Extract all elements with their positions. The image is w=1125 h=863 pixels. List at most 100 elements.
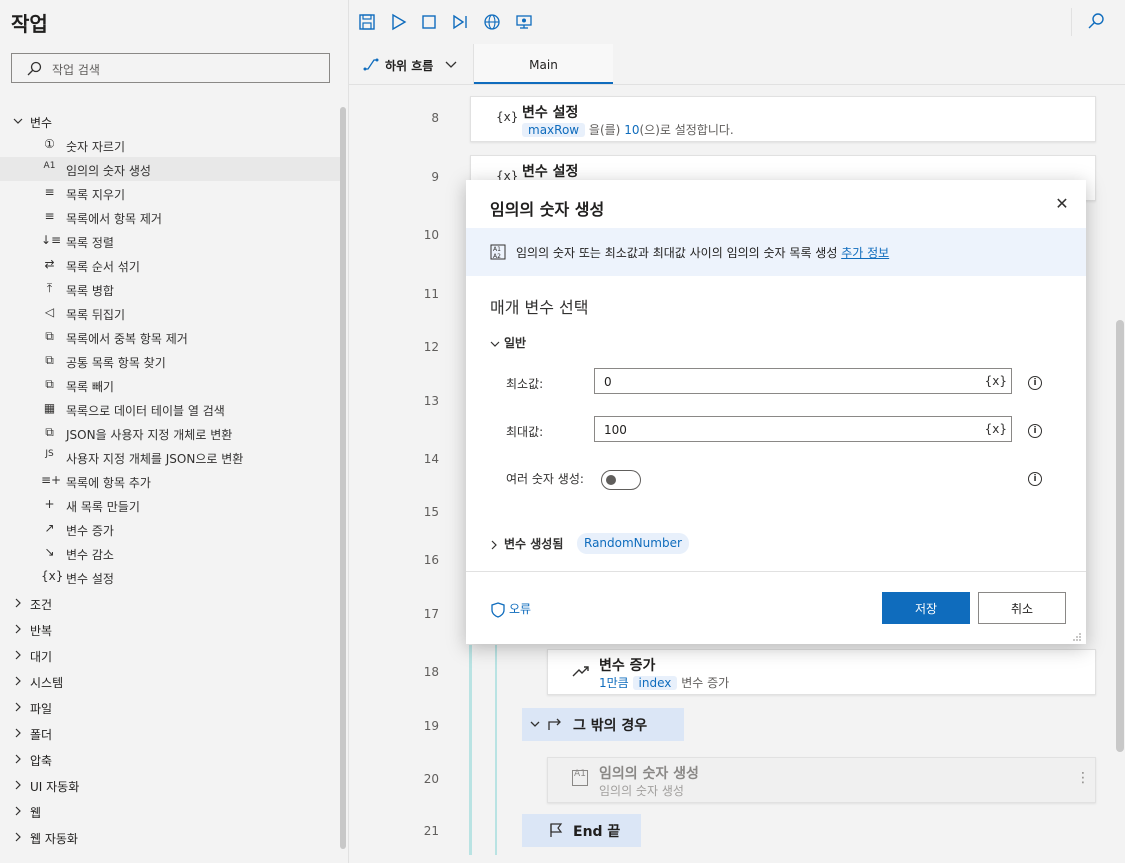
- info-icon[interactable]: i: [1028, 376, 1042, 390]
- resize-grip-icon[interactable]: [1072, 632, 1082, 642]
- toggle-knob: [606, 475, 616, 485]
- random-number-icon: A1: [572, 770, 588, 786]
- action-item[interactable]: ≡+ 목록에 항목 추가: [0, 469, 340, 493]
- min-value-input[interactable]: 0 {x}: [594, 368, 1012, 394]
- action-card-increase-variable[interactable]: 변수 증가 1만큼 index 변수 증가: [547, 649, 1096, 695]
- action-item[interactable]: ◁ 목록 뒤집기: [0, 301, 340, 325]
- info-icon[interactable]: i: [1028, 424, 1042, 438]
- action-item-icon: ↘: [44, 545, 55, 559]
- action-item[interactable]: ⤒ 목록 병합: [0, 277, 340, 301]
- cancel-button[interactable]: 취소: [978, 592, 1066, 624]
- action-item[interactable]: ⧉ 목록 빼기: [0, 373, 340, 397]
- max-value-input[interactable]: 100 {x}: [594, 416, 1012, 442]
- else-block[interactable]: 그 밖의 경우: [522, 708, 684, 741]
- action-item-icon: ⤒: [46, 281, 53, 295]
- action-item-icon: ⧉: [45, 329, 54, 343]
- category-item[interactable]: 조건: [0, 591, 340, 615]
- desktop-recorder-icon[interactable]: [512, 10, 536, 34]
- action-item-label: 목록에 항목 추가: [66, 476, 151, 490]
- else-icon: [548, 718, 561, 730]
- multiple-numbers-toggle[interactable]: [601, 470, 641, 490]
- variables-produced-label: 변수 생성됨: [504, 537, 564, 551]
- action-item[interactable]: ⇄ 목록 순서 섞기: [0, 253, 340, 277]
- subflows-dropdown[interactable]: 하위 흐름: [349, 44, 474, 84]
- category-item[interactable]: 웹: [0, 799, 340, 823]
- more-info-link[interactable]: 추가 정보: [841, 246, 889, 260]
- action-item[interactable]: ≡ 목록에서 항목 제거: [0, 205, 340, 229]
- on-error-button[interactable]: 오류: [490, 600, 531, 618]
- action-search-input[interactable]: 작업 검색: [11, 53, 330, 83]
- variable-picker-icon[interactable]: {x}: [985, 422, 1007, 436]
- action-item[interactable]: ↓≡ 목록 정렬: [0, 229, 340, 253]
- line-number: 11: [423, 287, 439, 301]
- subflows-label: 하위 흐름: [385, 59, 434, 73]
- action-item[interactable]: ① 숫자 자르기: [0, 133, 340, 157]
- end-block[interactable]: End 끝: [522, 814, 641, 847]
- action-item[interactable]: A1 임의의 숫자 생성: [0, 157, 340, 181]
- action-item[interactable]: ↗ 변수 증가: [0, 517, 340, 541]
- category-item[interactable]: 웹 자동화: [0, 825, 340, 849]
- web-recorder-icon[interactable]: [480, 10, 504, 34]
- save-icon[interactable]: [355, 10, 379, 34]
- chevron-right-icon: [15, 728, 21, 738]
- category-item[interactable]: 압축: [0, 747, 340, 771]
- min-value-text: 0: [604, 375, 612, 389]
- tab-main[interactable]: Main: [474, 44, 613, 84]
- more-options-icon[interactable]: ⋮: [1076, 770, 1090, 786]
- loop-guide: [469, 645, 472, 855]
- category-variables[interactable]: 변수: [0, 109, 340, 133]
- dialog-divider: [466, 571, 1086, 572]
- variable-picker-icon[interactable]: {x}: [985, 374, 1007, 388]
- card-text: 변수 증가: [677, 676, 730, 690]
- on-error-label: 오류: [509, 602, 532, 616]
- category-item[interactable]: 반복: [0, 617, 340, 641]
- action-item[interactable]: ↘ 변수 감소: [0, 541, 340, 565]
- run-icon[interactable]: [386, 10, 410, 34]
- action-item[interactable]: ⧉ 목록에서 중복 항목 제거: [0, 325, 340, 349]
- action-item[interactable]: JS 사용자 지정 개체를 JSON으로 변환: [0, 445, 340, 469]
- category-label: UI 자동화: [30, 780, 80, 794]
- save-button[interactable]: 저장: [882, 592, 970, 624]
- category-item[interactable]: 시스템: [0, 669, 340, 693]
- category-label: 웹: [30, 806, 42, 820]
- canvas-scrollbar[interactable]: [1116, 320, 1124, 752]
- card-text: 을(를): [585, 123, 625, 137]
- actions-scrollbar[interactable]: [340, 107, 346, 849]
- run-next-icon[interactable]: [448, 10, 472, 34]
- category-item[interactable]: 폴더: [0, 721, 340, 745]
- general-section-toggle[interactable]: 일반: [490, 334, 526, 351]
- variables-produced-toggle[interactable]: 변수 생성됨: [490, 535, 563, 552]
- action-item[interactable]: ▦ 목록으로 데이터 테이블 열 검색: [0, 397, 340, 421]
- max-value-text: 100: [604, 423, 627, 437]
- stop-icon[interactable]: [417, 10, 441, 34]
- search-icon[interactable]: [1084, 10, 1108, 34]
- variable-icon: {x}: [496, 110, 519, 124]
- action-item-icon: A1: [43, 161, 56, 171]
- produced-variable-pill[interactable]: RandomNumber: [577, 533, 689, 554]
- category-item[interactable]: 파일: [0, 695, 340, 719]
- line-number: 13: [423, 394, 439, 408]
- category-item[interactable]: 대기: [0, 643, 340, 667]
- action-item[interactable]: ⧉ 공통 목록 항목 찾기: [0, 349, 340, 373]
- info-icon[interactable]: i: [1028, 472, 1042, 486]
- category-item[interactable]: UI 자동화: [0, 773, 340, 797]
- actions-pane-title: 작업: [11, 12, 48, 36]
- variable-token: index: [632, 676, 678, 690]
- line-number: 9: [431, 170, 439, 184]
- chevron-right-icon: [15, 598, 21, 608]
- close-icon[interactable]: ✕: [1054, 196, 1070, 212]
- action-item[interactable]: + 새 목록 만들기: [0, 493, 340, 517]
- flow-toolbar: [349, 0, 1125, 45]
- action-item[interactable]: ⧉ JSON을 사용자 지정 개체로 변환: [0, 421, 340, 445]
- category-label: 대기: [30, 650, 53, 664]
- condition-guide: [495, 645, 497, 855]
- chevron-down-icon: [490, 341, 500, 347]
- action-card-random-number[interactable]: A1 임의의 숫자 생성 임의의 숫자 생성 ⋮: [547, 757, 1096, 803]
- action-card-set-variable[interactable]: {x} 변수 설정 maxRow 을(를) 10(으)로 설정합니다.: [470, 96, 1096, 142]
- action-item[interactable]: ≡ 목록 지우기: [0, 181, 340, 205]
- card-text: (으)로 설정합니다.: [639, 123, 734, 137]
- action-item-label: 숫자 자르기: [66, 140, 126, 154]
- random-number-icon: A1A2: [490, 244, 506, 260]
- action-item-label: 변수 증가: [66, 524, 114, 538]
- action-item[interactable]: {x} 변수 설정: [0, 565, 340, 589]
